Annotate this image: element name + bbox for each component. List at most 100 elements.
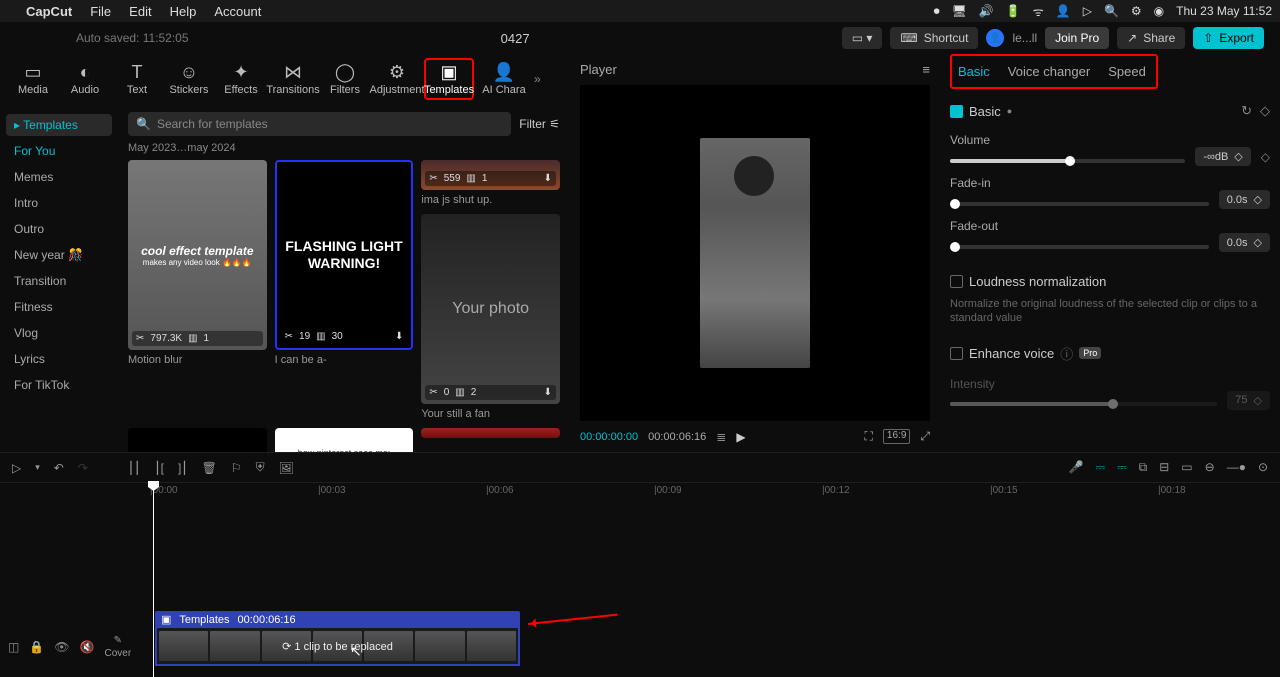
tab-audio[interactable]: ◐Audio [60, 62, 110, 96]
reset-icon[interactable]: ↻ [1241, 103, 1252, 119]
undo-icon[interactable]: ↶ [54, 461, 64, 475]
search-input[interactable]: 🔍 Search for templates [128, 112, 511, 136]
player-view[interactable] [580, 85, 930, 421]
tab-media[interactable]: ▭Media [8, 62, 58, 96]
info-icon[interactable]: ⓘ [1060, 344, 1073, 363]
stepper-icon[interactable]: ◇ [1254, 236, 1262, 249]
split-right-icon[interactable]: ]⎮ [178, 461, 188, 475]
template-card[interactable]: Your photo ✂0 ▥2 ⬇ Your still a fan [421, 214, 560, 420]
category-vlog[interactable]: Vlog [0, 320, 118, 346]
category-intro[interactable]: Intro [0, 190, 118, 216]
magnet-icon[interactable]: ⎓ [1117, 460, 1127, 475]
mark-icon[interactable]: ⚐ [231, 461, 242, 475]
tab-templates[interactable]: ▣Templates [424, 58, 474, 100]
loudness-checkbox[interactable] [950, 275, 963, 288]
app-name[interactable]: CapCut [26, 4, 72, 19]
download-icon[interactable]: ⬇ [395, 331, 403, 342]
user-avatar[interactable]: 👤 [986, 29, 1004, 47]
toggle-icon[interactable]: ◫ [8, 640, 19, 654]
volume-slider[interactable] [950, 159, 1185, 163]
mute-icon[interactable]: 🔇 [80, 640, 95, 654]
split-left-icon[interactable]: ⎮[ [154, 461, 164, 475]
tab-basic[interactable]: Basic [958, 64, 990, 79]
timeline-clip[interactable]: ▣ Templates 00:00:06:16 ⟳ 1 clip to be r… [155, 611, 520, 666]
tab-transitions[interactable]: ⋈Transitions [268, 62, 318, 96]
tab-speed[interactable]: Speed [1108, 64, 1146, 79]
user-icon[interactable]: 👤 [1056, 4, 1071, 18]
template-card[interactable] [128, 428, 267, 452]
fadein-value[interactable]: 0.0s ◇ [1219, 190, 1270, 209]
cover-button[interactable]: ✎ Cover [104, 635, 131, 659]
template-thumb[interactable]: FLASHING LIGHT WARNING! ✂19 ▥30 ⬇ [275, 160, 414, 350]
step-back-icon[interactable]: ≣ [716, 430, 726, 444]
redo-icon[interactable]: ↷ [78, 461, 88, 475]
menu-file[interactable]: File [90, 4, 111, 19]
timeline[interactable]: |00:00 |00:03 |00:06 |00:09 |00:12 |00:1… [0, 482, 1280, 677]
select-tool-icon[interactable]: ▷ [12, 461, 21, 475]
category-lyrics[interactable]: Lyrics [0, 346, 118, 372]
aspect-ratio-button[interactable]: ▭ ▾ [842, 27, 883, 49]
template-card[interactable] [421, 428, 560, 452]
menu-edit[interactable]: Edit [129, 4, 151, 19]
volume-icon[interactable]: 🔊 [979, 4, 994, 18]
scale-icon[interactable]: ⛶ [865, 429, 873, 444]
ratio-button[interactable]: 16:9 [883, 429, 910, 444]
keyframe-icon[interactable]: ◇ [1260, 103, 1270, 119]
split-icon[interactable]: ⎮⎮ [128, 461, 141, 475]
user-name[interactable]: le...ll [1012, 31, 1037, 45]
playhead[interactable] [153, 483, 154, 677]
link-icon[interactable]: ⧉ [1139, 460, 1148, 475]
menu-help[interactable]: Help [170, 4, 197, 19]
volume-value[interactable]: -∞dB ◇ [1195, 147, 1250, 166]
image-icon[interactable]: 🖼 [279, 461, 294, 475]
template-card[interactable]: ✂559 ▥1 ⬇ ima js shut up. [421, 160, 560, 206]
tab-voice-changer[interactable]: Voice changer [1008, 64, 1090, 79]
fadeout-value[interactable]: 0.0s ◇ [1219, 233, 1270, 252]
basic-checkbox[interactable] [950, 105, 963, 118]
category-transition[interactable]: Transition [0, 268, 118, 294]
category-outro[interactable]: Outro [0, 216, 118, 242]
join-pro-button[interactable]: Join Pro [1045, 27, 1109, 49]
template-thumb[interactable] [128, 428, 267, 452]
category-fitness[interactable]: Fitness [0, 294, 118, 320]
download-icon[interactable]: ⬇ [544, 173, 552, 184]
zoom-slider[interactable]: —● [1227, 460, 1246, 475]
eye-icon[interactable]: 👁 [54, 640, 69, 654]
category-new-year[interactable]: New year 🎊 [0, 242, 118, 268]
lock-icon[interactable]: 🔒 [29, 640, 44, 654]
timeline-ruler[interactable]: |00:00 |00:03 |00:06 |00:09 |00:12 |00:1… [150, 483, 1280, 503]
tab-stickers[interactable]: ☺Stickers [164, 62, 214, 96]
tab-adjustment[interactable]: ⚙Adjustment [372, 62, 422, 96]
template-thumb[interactable]: how pinterest sees me: [275, 428, 414, 452]
delete-icon[interactable]: 🗑 [202, 461, 217, 475]
tab-effects[interactable]: ✦Effects [216, 62, 266, 96]
display-icon[interactable]: 🖥 [952, 4, 967, 18]
template-thumb[interactable]: cool effect template makes any video loo… [128, 160, 267, 350]
wifi-icon[interactable]: ᯤ [1033, 3, 1044, 20]
mic-icon[interactable]: 🎤 [1069, 460, 1084, 475]
stepper-icon[interactable]: ◇ [1234, 150, 1242, 163]
fullscreen-icon[interactable]: ⤢ [920, 429, 930, 444]
zoom-fit-icon[interactable]: ⊙ [1258, 460, 1268, 475]
category-memes[interactable]: Memes [0, 164, 118, 190]
search-icon[interactable]: 🔍 [1104, 4, 1119, 18]
shortcut-button[interactable]: ⌨ Shortcut [890, 27, 978, 49]
tab-filters[interactable]: ◯Filters [320, 62, 370, 96]
tab-text[interactable]: TText [112, 62, 162, 96]
stepper-icon[interactable]: ◇ [1254, 193, 1262, 206]
control-center-icon[interactable]: ⚙ [1131, 4, 1142, 18]
filter-button[interactable]: Filter ⚟ [519, 117, 560, 131]
zoom-out-icon[interactable]: ⊖ [1205, 460, 1215, 475]
shield-icon[interactable]: ⛨ [256, 460, 265, 475]
fadeout-slider[interactable] [950, 245, 1209, 249]
template-card[interactable]: cool effect template makes any video loo… [128, 160, 267, 420]
template-thumb[interactable]: ✂559 ▥1 ⬇ [421, 160, 560, 190]
play-icon[interactable]: ▷ [1083, 4, 1092, 18]
more-tabs-icon[interactable]: » [534, 72, 541, 86]
play-button[interactable]: ▶ [736, 430, 745, 444]
share-button[interactable]: ↗ Share [1117, 27, 1185, 49]
category-tiktok[interactable]: For TikTok [0, 372, 118, 398]
snap-icon[interactable]: ⊟ [1159, 460, 1169, 475]
player-menu-icon[interactable]: ≡ [922, 62, 930, 77]
battery-icon[interactable]: 🔋 [1006, 4, 1021, 18]
